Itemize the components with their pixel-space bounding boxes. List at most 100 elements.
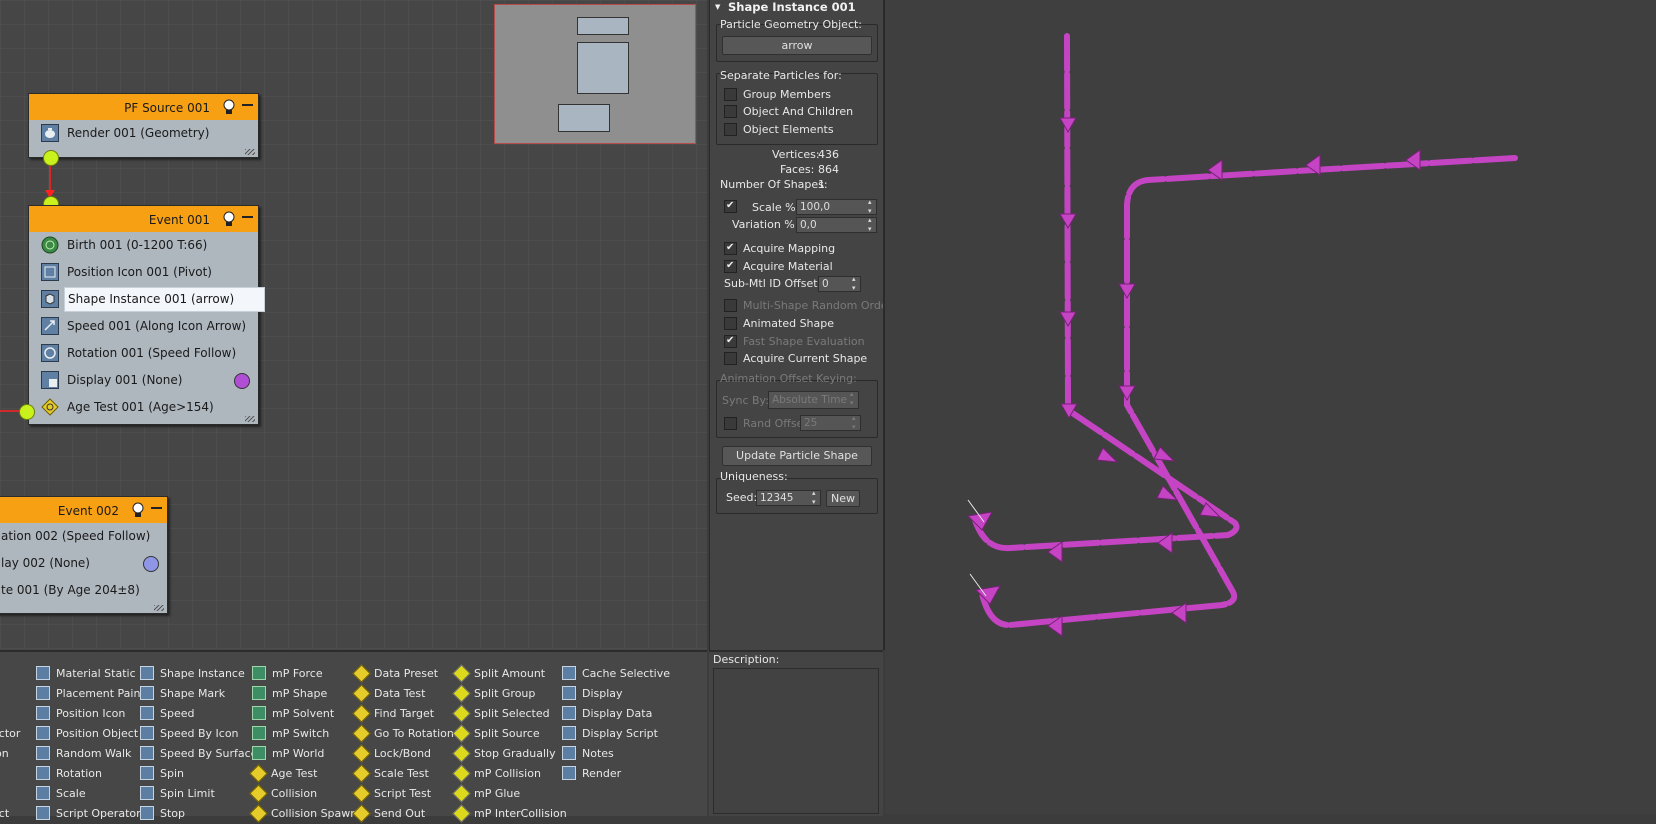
depot-operator-item[interactable]: Send Out: [352, 803, 425, 824]
operator-row-render[interactable]: Render 001 (Geometry): [29, 120, 258, 147]
3d-viewport[interactable]: [885, 0, 1656, 814]
scale-spinner[interactable]: 100,0: [796, 198, 877, 216]
depot-operator-item[interactable]: Script Test: [352, 783, 431, 804]
lightbulb-icon[interactable]: [222, 211, 236, 227]
depot-operator-item[interactable]: Spin Limit: [140, 784, 215, 804]
sync-by-dropdown[interactable]: Absolute Time: [768, 390, 859, 409]
depot-operator-item[interactable]: Data Preset: [352, 663, 438, 684]
operator-row-speed[interactable]: Speed 001 (Along Icon Arrow): [29, 313, 258, 340]
operator-row-rotation-002[interactable]: ation 002 (Speed Follow): [0, 523, 167, 550]
depot-operator-item[interactable]: mP Force: [252, 664, 323, 684]
rand-offset-checkbox[interactable]: Rand Offset: [724, 416, 808, 432]
operator-row-rotation[interactable]: Rotation 001 (Speed Follow): [29, 340, 258, 367]
depot-operator-item[interactable]: Speed By Surface: [140, 744, 257, 764]
operator-row-age-test[interactable]: Age Test 001 (Age>154): [29, 394, 258, 421]
depot-operator-item[interactable]: Stop: [140, 804, 185, 824]
operator-row-position-icon[interactable]: Position Icon 001 (Pivot): [29, 259, 258, 286]
depot-operator-item[interactable]: ion: [0, 744, 9, 764]
depot-operator-item[interactable]: Display: [562, 684, 623, 704]
node-header[interactable]: Event 001: [29, 206, 258, 232]
operator-row-display-002[interactable]: lay 002 (None): [0, 550, 167, 577]
collapse-icon[interactable]: [242, 104, 253, 106]
resize-grip[interactable]: [245, 149, 255, 155]
depot-operator-item[interactable]: Speed By Icon: [140, 724, 239, 744]
depot-operator-item[interactable]: Shape Mark: [140, 684, 225, 704]
depot-operator-item[interactable]: mP Switch: [252, 724, 329, 744]
description-textarea[interactable]: [713, 668, 879, 814]
depot-operator-item[interactable]: Collision Spawn: [249, 803, 357, 824]
multishape-random-checkbox[interactable]: Multi-Shape Random Order: [724, 298, 892, 314]
depot-operator-item[interactable]: Display Script: [562, 724, 658, 744]
operator-row-shape-instance[interactable]: Shape Instance 001 (arrow): [29, 286, 266, 313]
animated-shape-checkbox[interactable]: Animated Shape: [724, 316, 834, 332]
depot-operator-item[interactable]: Scale: [36, 784, 86, 804]
seed-spinner[interactable]: 12345: [756, 489, 821, 507]
event-001-node[interactable]: Event 001 Birth 001 (0-1200 T:66) Positi…: [28, 205, 266, 425]
depot-operator-item[interactable]: Display Data: [562, 704, 652, 724]
collapse-icon[interactable]: [242, 216, 253, 218]
depot-operator-item[interactable]: mP InterCollision: [452, 803, 567, 824]
submtl-spinner[interactable]: 0: [818, 275, 861, 293]
depot-operator-item[interactable]: Scale Test: [352, 763, 429, 784]
collapse-icon[interactable]: [151, 507, 162, 509]
particle-view-graph[interactable]: PF Source 001 Render 001 (Geometry) Even…: [0, 0, 707, 650]
depot-operator-item[interactable]: Notes: [562, 744, 614, 764]
depot-operator-item[interactable]: Split Group: [452, 683, 535, 704]
depot-operator-item[interactable]: mP Collision: [452, 763, 541, 784]
acquire-mapping-checkbox[interactable]: Acquire Mapping: [724, 240, 835, 257]
depot-operator-item[interactable]: Speed: [140, 704, 194, 724]
depot-operator-item[interactable]: Split Amount: [452, 663, 545, 684]
depot-operator-item[interactable]: Data Test: [352, 683, 425, 704]
update-particle-shape-button[interactable]: Update Particle Shape: [722, 446, 872, 466]
depot-operator-item[interactable]: Spin: [140, 764, 184, 784]
rand-offset-spinner[interactable]: 25: [800, 414, 861, 432]
operator-row-birth[interactable]: Birth 001 (0-1200 T:66): [29, 232, 258, 259]
depot-operator-item[interactable]: Shape Instance: [140, 664, 245, 684]
depot-operator-item[interactable]: Find Target: [352, 703, 434, 724]
depot-operator-item[interactable]: Collision: [249, 783, 317, 804]
rollout-title[interactable]: Shape Instance 001: [710, 0, 884, 16]
node-header[interactable]: PF Source 001: [29, 94, 258, 120]
object-elements-checkbox[interactable]: Object Elements: [724, 122, 834, 138]
depot-operator-item[interactable]: Random Walk: [36, 744, 131, 764]
lightbulb-icon[interactable]: [131, 502, 145, 518]
graph-minimap[interactable]: [494, 4, 696, 144]
operator-row-age-test-002[interactable]: te 001 (By Age 204±8): [0, 577, 167, 604]
depot-operator-item[interactable]: ector: [0, 724, 20, 744]
depot-operator-item[interactable]: Placement Paint: [36, 684, 145, 704]
object-and-children-checkbox[interactable]: Object And Children: [724, 104, 853, 120]
depot-operator-item[interactable]: Cache Selective: [562, 664, 670, 684]
depot-operator-item[interactable]: Position Object: [36, 724, 138, 744]
operator-row-display[interactable]: Display 001 (None): [29, 367, 258, 394]
lightbulb-icon[interactable]: [222, 99, 236, 115]
variation-spinner[interactable]: 0,0: [796, 216, 877, 234]
depot-operator-item[interactable]: mP Solvent: [252, 704, 334, 724]
fast-shape-eval-checkbox[interactable]: Fast Shape Evaluation: [724, 333, 865, 350]
depot-operator-item[interactable]: Render: [562, 764, 621, 784]
depot-operator-item[interactable]: Material Static: [36, 664, 136, 684]
resize-grip[interactable]: [154, 605, 164, 611]
depot-operator-item[interactable]: Go To Rotation: [352, 723, 454, 744]
group-members-checkbox[interactable]: Group Members: [724, 87, 831, 103]
display-color-swatch[interactable]: [234, 373, 250, 389]
depot-operator-item[interactable]: Position Icon: [36, 704, 125, 724]
acquire-current-shape-checkbox[interactable]: Acquire Current Shape: [724, 351, 867, 367]
depot-operator-item[interactable]: ect: [0, 804, 9, 824]
depot-operator-item[interactable]: Lock/Bond: [352, 743, 431, 764]
age-test-output-socket[interactable]: [19, 404, 35, 420]
operator-depot[interactable]: ector ion ect Material Static Placement Pain…: [0, 650, 707, 823]
depot-operator-item[interactable]: Split Source: [452, 723, 540, 744]
node-header[interactable]: Event 002: [0, 497, 167, 523]
depot-operator-item[interactable]: Script Operator: [36, 804, 141, 824]
depot-operator-item[interactable]: Rotation: [36, 764, 102, 784]
depot-operator-item[interactable]: mP Glue: [452, 783, 520, 804]
scale-checkbox[interactable]: [724, 198, 743, 215]
resize-grip[interactable]: [245, 416, 255, 422]
display-color-swatch[interactable]: [143, 556, 159, 572]
pf-source-node[interactable]: PF Source 001 Render 001 (Geometry): [28, 93, 259, 158]
source-output-socket[interactable]: [43, 150, 59, 166]
depot-operator-item[interactable]: Age Test: [249, 763, 317, 784]
new-seed-button[interactable]: New: [826, 490, 860, 507]
depot-operator-item[interactable]: mP Shape: [252, 684, 327, 704]
depot-operator-item[interactable]: Stop Gradually: [452, 743, 556, 764]
